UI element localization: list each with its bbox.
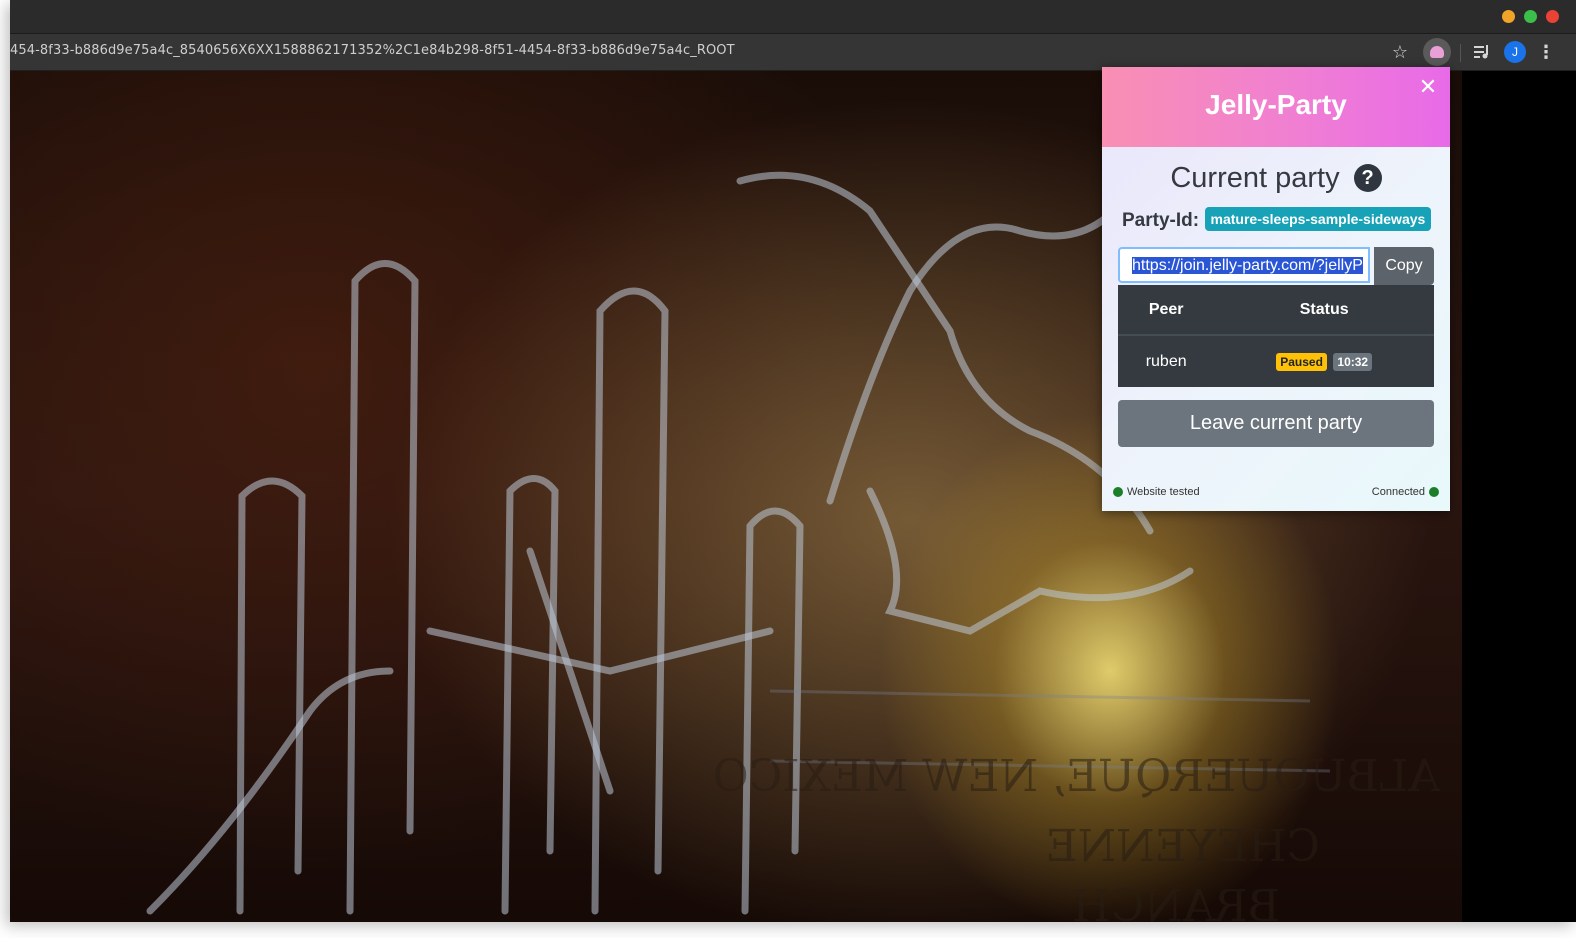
browser-toolbar: 454-8f33-b886d9e75a4c_8540656X6XX1588862… — [10, 34, 1576, 71]
media-queue-icon[interactable] — [1470, 40, 1494, 64]
svg-text:ALBUQUERQUE, NEW MEXICO: ALBUQUERQUE, NEW MEXICO — [712, 751, 1441, 802]
peer-name: ruben — [1145, 352, 1187, 370]
column-header-peer: Peer — [1118, 285, 1215, 336]
party-id-badge: mature-sleeps-sample-sideways — [1204, 207, 1432, 231]
close-window-button[interactable] — [1546, 10, 1559, 23]
svg-text:CHEYENNE: CHEYENNE — [1046, 821, 1320, 872]
toolbar-divider — [1460, 44, 1461, 62]
party-id-label: Party-Id: — [1122, 210, 1200, 231]
website-tested-label: Website tested — [1127, 486, 1200, 498]
party-id-row: Party-Id: mature-sleeps-sample-sideways — [1122, 207, 1432, 232]
jelly-extension-icon[interactable] — [1423, 38, 1451, 66]
kebab-menu-icon[interactable]: ⋮ — [1534, 40, 1558, 64]
popup-title: Jelly-Party — [1205, 89, 1347, 120]
status-dot-icon — [1429, 487, 1439, 497]
website-tested-indicator: Website tested — [1113, 486, 1200, 498]
address-bar[interactable]: 454-8f33-b886d9e75a4c_8540656X6XX1588862… — [10, 43, 735, 58]
minimize-button[interactable] — [1502, 10, 1515, 23]
popup-header: Jelly-Party ✕ — [1102, 67, 1450, 147]
current-party-heading: Current party ? — [1102, 162, 1450, 195]
connected-label: Connected — [1371, 486, 1425, 498]
star-icon[interactable]: ☆ — [1388, 40, 1412, 64]
profile-avatar[interactable]: J — [1504, 41, 1526, 63]
help-icon[interactable]: ? — [1353, 164, 1382, 192]
table-header-row: Peer Status — [1118, 285, 1434, 336]
jelly-party-popup: Jelly-Party ✕ Current party ? Party-Id: … — [1102, 67, 1450, 511]
status-badge: Paused — [1276, 352, 1327, 371]
close-icon[interactable]: ✕ — [1418, 76, 1438, 98]
column-header-status: Status — [1214, 285, 1434, 336]
peer-status-cell: Paused 10:32 — [1214, 335, 1434, 387]
peer-table: Peer Status ruben Paused 10:32 — [1118, 285, 1434, 387]
maximize-button[interactable] — [1524, 10, 1537, 23]
status-dot-icon — [1113, 487, 1123, 497]
copy-button[interactable]: Copy — [1374, 247, 1434, 285]
svg-text:BRANCH: BRANCH — [1072, 881, 1280, 922]
current-party-title: Current party — [1170, 162, 1340, 194]
connection-indicator: Connected — [1372, 486, 1439, 498]
join-link-text: https://join.jelly-party.com/?jellyP — [1132, 257, 1363, 274]
time-badge: 10:32 — [1333, 352, 1373, 371]
title-bar — [10, 0, 1576, 34]
join-link-input[interactable]: https://join.jelly-party.com/?jellyP — [1118, 247, 1370, 283]
leave-party-button[interactable]: Leave current party — [1118, 400, 1434, 447]
table-row: ruben Paused 10:32 — [1118, 335, 1434, 387]
